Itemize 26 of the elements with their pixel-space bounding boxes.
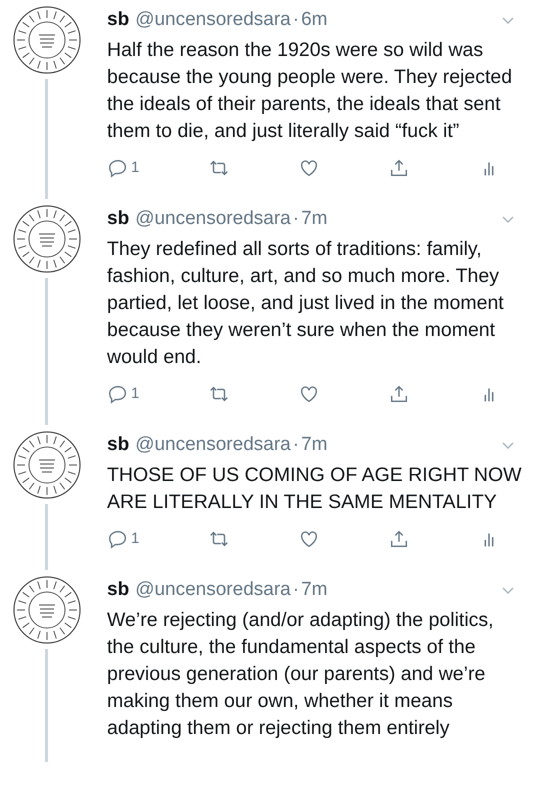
- reply-button[interactable]: 1: [107, 382, 140, 405]
- user-handle: @uncensoredsara: [135, 433, 291, 457]
- tweet-time: 7m: [301, 207, 328, 231]
- tweet-time: 7m: [301, 578, 328, 602]
- display-name: sb: [107, 8, 130, 32]
- reply-count: 1: [131, 158, 140, 178]
- user-handle: @uncensoredsara: [135, 207, 291, 231]
- reply-count: 1: [131, 528, 140, 548]
- tweet-time: 7m: [301, 433, 328, 457]
- tweet-text: THOSE OF US COMING OF AGE RIGHT NOW ARE LITERALLY IN THE SAME MENTALITY: [107, 462, 523, 514]
- tweet-text: They redefined all sorts of traditions: family, fashion, culture, art, and so much more. They partied, let loose, and just lived in the moment because they weren’t sure when the moment would end.: [107, 236, 505, 370]
- separator-dot: ·: [292, 8, 300, 32]
- tweet-text: Half the reason the 1920s were so wild was because the young people were. They rejected the ideals of their parents, the ideals that sent them to die, and just literally said “fuck it”: [107, 38, 514, 144]
- reply-count: 1: [131, 384, 140, 404]
- tweet-text: We’re rejecting (and/or adapting) the politics, the culture, the fundamental aspects of the previous generation (our parents) and we’re making them our own, whether it means adapting them or rejecting them entirely: [107, 608, 495, 740]
- tweet-time: 6m: [301, 8, 328, 32]
- display-name: sb: [107, 578, 130, 602]
- separator-dot: ·: [292, 433, 300, 457]
- user-handle: @uncensoredsara: [135, 8, 291, 32]
- display-name: sb: [107, 207, 130, 231]
- reply-button[interactable]: 1: [107, 528, 140, 550]
- separator-dot: ·: [292, 578, 300, 602]
- reply-button[interactable]: 1: [107, 156, 140, 179]
- display-name: sb: [107, 433, 130, 457]
- user-handle: @uncensoredsara: [135, 578, 291, 602]
- separator-dot: ·: [292, 207, 300, 231]
